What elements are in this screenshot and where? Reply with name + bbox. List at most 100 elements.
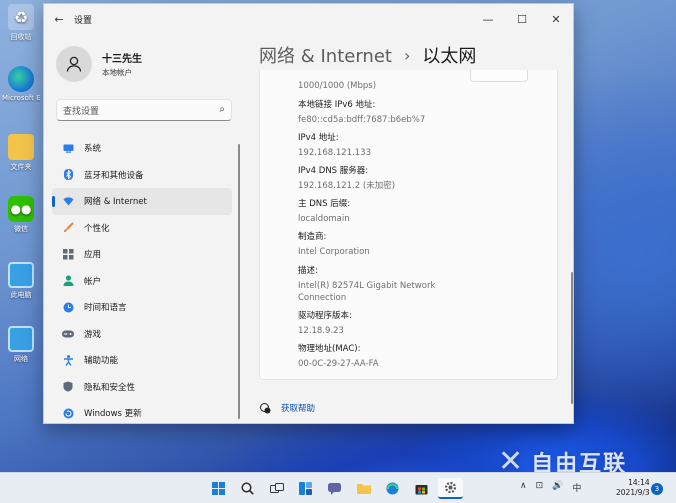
title-bar: ← 设置 — ☐ ✕ bbox=[44, 4, 573, 34]
tray-overflow-icon[interactable]: ∧ bbox=[520, 481, 527, 494]
sidebar-item-windows-update[interactable]: Windows 更新 bbox=[52, 400, 232, 423]
brush-icon bbox=[62, 222, 74, 234]
desktop-icon-edge[interactable]: Microsoft Edge bbox=[2, 66, 40, 102]
sidebar-item-accessibility[interactable]: 辅助功能 bbox=[52, 347, 232, 374]
get-help-label: 获取帮助 bbox=[281, 404, 316, 414]
monitor-icon bbox=[62, 142, 74, 154]
sidebar-item-bluetooth[interactable]: 蓝牙和其他设备 bbox=[52, 162, 232, 189]
taskbar-clock[interactable]: 14:14 2021/9/3 bbox=[616, 478, 650, 498]
property-value: Intel Corporation bbox=[298, 247, 370, 257]
taskbar: ∧ ⊡ 🔊 中 14:14 2021/9/3 3 bbox=[0, 472, 676, 503]
property-label: 物理地址(MAC): bbox=[298, 344, 361, 354]
property-label: IPv4 地址: bbox=[298, 133, 339, 143]
clock-date: 2021/9/3 bbox=[616, 488, 650, 497]
task-view-button[interactable] bbox=[264, 478, 289, 499]
sidebar-item-label: 网络 & Internet bbox=[84, 197, 147, 208]
user-profile[interactable]: 十三先生 本地帐户 bbox=[56, 46, 142, 82]
sidebar-item-apps[interactable]: 应用 bbox=[52, 241, 232, 268]
tray-volume-icon[interactable]: 🔊 bbox=[552, 481, 563, 494]
store-icon bbox=[415, 485, 428, 495]
sidebar-item-network[interactable]: 网络 & Internet bbox=[52, 188, 232, 215]
edge-icon bbox=[8, 66, 34, 92]
property-ipv4-dns: IPv4 DNS 服务器: 192.168.121.2 (未加密) bbox=[298, 164, 538, 192]
edge-icon bbox=[386, 482, 399, 495]
breadcrumb-parent[interactable]: 网络 & Internet bbox=[259, 42, 392, 68]
sidebar-scrollbar[interactable] bbox=[238, 144, 240, 419]
maximize-button[interactable]: ☐ bbox=[505, 4, 539, 34]
property-label: 制造商: bbox=[298, 232, 327, 242]
get-help-link[interactable]: 获取帮助 bbox=[259, 402, 315, 414]
update-icon bbox=[62, 407, 74, 419]
property-label: 本地链接 IPv6 地址: bbox=[298, 100, 376, 110]
computer-icon bbox=[8, 262, 34, 288]
help-icon bbox=[259, 402, 271, 414]
taskbar-apps bbox=[206, 478, 467, 499]
desktop-icon-recycle-bin[interactable]: ♻ 回收站 bbox=[2, 4, 40, 42]
taskbar-search-button[interactable] bbox=[235, 478, 260, 499]
minimize-button[interactable]: — bbox=[471, 4, 505, 34]
settings-window: ← 设置 — ☐ ✕ 十三先生 本地帐户 查找设置 ⌕ 系统 蓝牙和其他设备 网… bbox=[43, 3, 574, 424]
close-button[interactable]: ✕ bbox=[539, 4, 573, 34]
sidebar-item-label: 应用 bbox=[84, 250, 102, 261]
property-description: 描述: Intel(R) 82574L Gigabit Network Conn… bbox=[298, 264, 448, 304]
sidebar-item-accounts[interactable]: 帐户 bbox=[52, 268, 232, 295]
property-manufacturer: 制造商: Intel Corporation bbox=[298, 230, 538, 258]
property-dns-suffix: 主 DNS 后缀: localdomain bbox=[298, 197, 538, 225]
search-icon bbox=[241, 482, 254, 495]
property-value: fe80::cd5a:bdff:7687:b6eb%7 bbox=[298, 115, 426, 125]
avatar bbox=[56, 46, 92, 82]
sidebar-item-gaming[interactable]: 游戏 bbox=[52, 321, 232, 348]
folder-icon bbox=[8, 134, 34, 160]
account-type: 本地帐户 bbox=[102, 68, 132, 77]
sidebar-item-label: 辅助功能 bbox=[84, 356, 119, 367]
wifi-icon bbox=[62, 195, 74, 207]
edge-button[interactable] bbox=[380, 478, 405, 499]
sidebar-item-privacy[interactable]: 隐私和安全性 bbox=[52, 374, 232, 401]
settings-taskbar-button[interactable] bbox=[438, 478, 463, 499]
accessibility-icon bbox=[62, 354, 74, 366]
search-placeholder: 查找设置 bbox=[63, 106, 100, 117]
property-value: 192.168.121.2 (未加密) bbox=[298, 181, 396, 191]
tray-network-icon[interactable]: ⊡ bbox=[536, 481, 544, 494]
back-button[interactable]: ← bbox=[44, 4, 74, 34]
chat-button[interactable] bbox=[322, 478, 347, 499]
window-controls: — ☐ ✕ bbox=[471, 4, 573, 34]
property-ipv4: IPv4 地址: 192.168.121.133 bbox=[298, 131, 538, 159]
notification-badge[interactable]: 3 bbox=[651, 483, 663, 495]
widgets-button[interactable] bbox=[293, 478, 318, 499]
breadcrumb: 网络 & Internet › 以太网 bbox=[259, 42, 476, 68]
store-button[interactable] bbox=[409, 478, 434, 499]
sidebar-item-system[interactable]: 系统 bbox=[52, 135, 232, 162]
file-explorer-button[interactable] bbox=[351, 478, 376, 499]
property-label: 描述: bbox=[298, 266, 318, 276]
sidebar-item-label: 游戏 bbox=[84, 329, 102, 340]
tray-ime-indicator[interactable]: 中 bbox=[572, 481, 581, 494]
teams-chat-icon bbox=[328, 482, 341, 495]
sidebar-item-personalization[interactable]: 个性化 bbox=[52, 215, 232, 242]
property-value: Intel(R) 82574L Gigabit Network Connecti… bbox=[298, 281, 436, 303]
desktop-icon-computer[interactable]: 此电脑 bbox=[2, 262, 40, 300]
gamepad-icon bbox=[62, 328, 74, 340]
user-name: 十三先生 bbox=[102, 54, 142, 65]
property-value: 00-0C-29-27-AA-FA bbox=[298, 359, 379, 369]
person-icon bbox=[62, 275, 74, 287]
ethernet-properties-card: 1000/1000 (Mbps) 本地链接 IPv6 地址: fe80::cd5… bbox=[259, 70, 558, 380]
property-value: 192.168.121.133 bbox=[298, 148, 372, 158]
task-view-icon bbox=[269, 482, 284, 493]
property-driver-version: 驱动程序版本: 12.18.9.23 bbox=[298, 309, 538, 337]
start-button[interactable] bbox=[206, 478, 231, 499]
breadcrumb-separator: › bbox=[403, 45, 411, 65]
folder-icon bbox=[356, 484, 371, 494]
desktop-icon-folder[interactable]: 文件夹 bbox=[2, 134, 40, 172]
wechat-icon: ●● bbox=[8, 196, 34, 222]
content-scrollbar[interactable] bbox=[571, 272, 573, 404]
sidebar-item-label: 系统 bbox=[84, 144, 102, 155]
network-icon bbox=[8, 326, 34, 352]
apps-icon bbox=[62, 248, 74, 260]
desktop-icon-wechat[interactable]: ●● 微信 bbox=[2, 196, 40, 234]
search-input[interactable]: 查找设置 ⌕ bbox=[56, 99, 232, 121]
sidebar-item-time-language[interactable]: 时间和语言 bbox=[52, 294, 232, 321]
gear-icon bbox=[444, 481, 457, 494]
shield-icon bbox=[62, 381, 74, 393]
desktop-icon-network[interactable]: 网络 bbox=[2, 326, 40, 364]
